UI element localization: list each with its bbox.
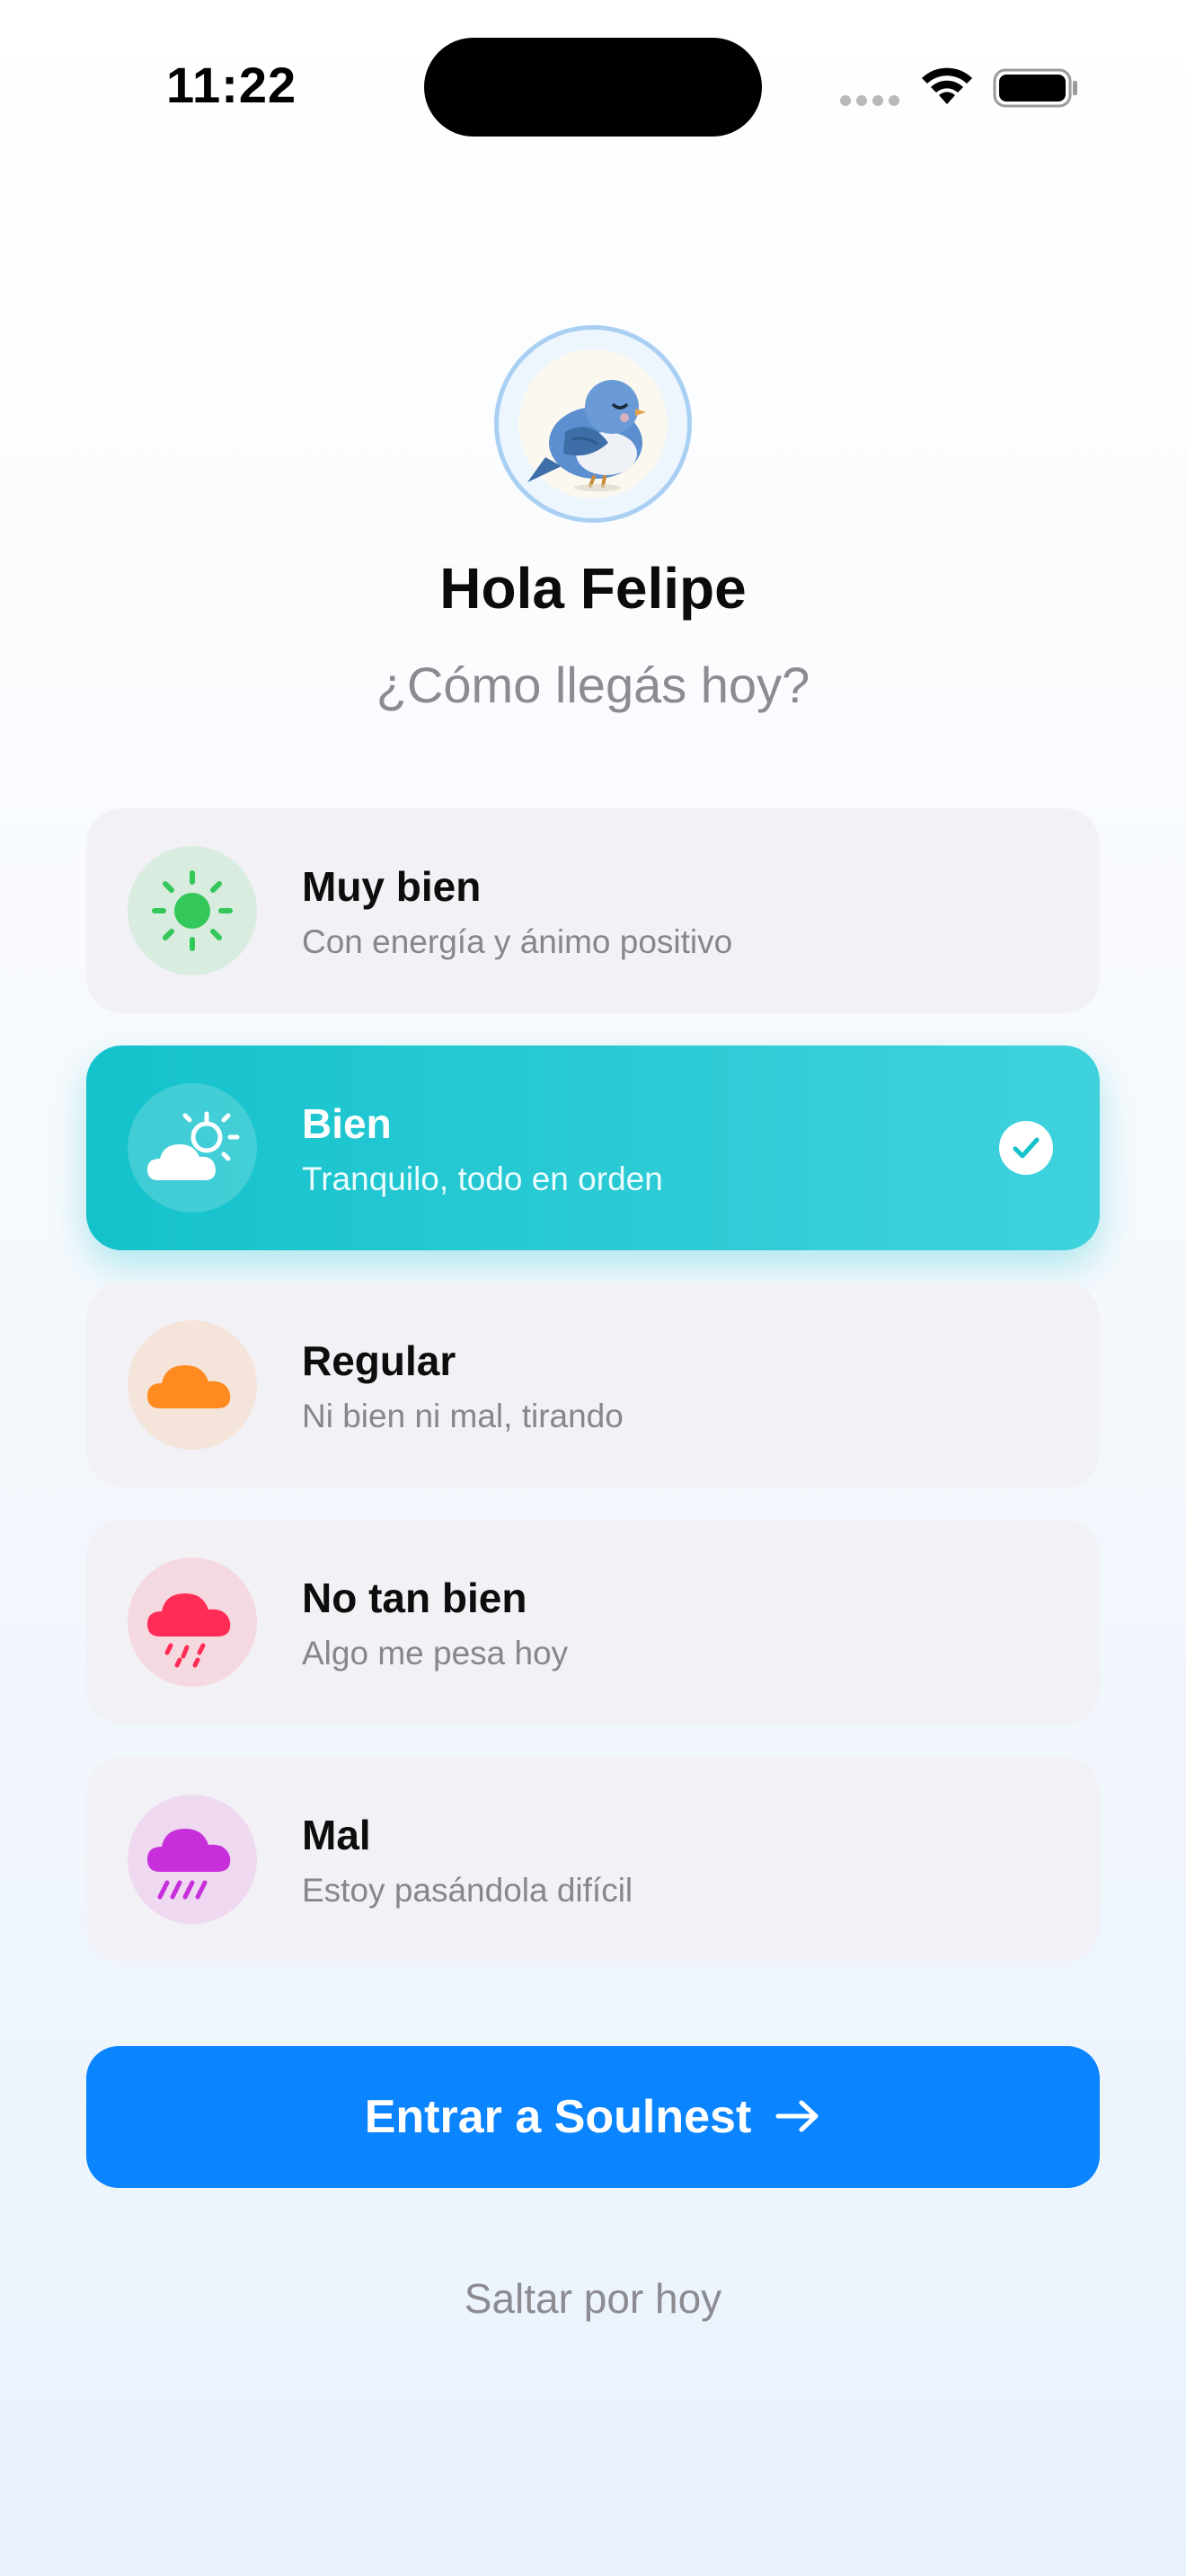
- mood-question: ¿Cómo llegás hoy?: [376, 657, 810, 713]
- mood-option-mal[interactable]: Mal Estoy pasándola difícil: [86, 1757, 1100, 1962]
- status-time: 11:22: [166, 57, 297, 113]
- wifi-icon: [922, 67, 972, 104]
- mood-title: Muy bien: [302, 863, 482, 910]
- dynamic-island: [424, 38, 762, 137]
- enter-button-label: Entrar a Soulnest: [364, 2091, 752, 2143]
- mood-title: No tan bien: [302, 1575, 527, 1621]
- sun-icon: [128, 846, 257, 975]
- mood-option-bien[interactable]: Bien Tranquilo, todo en orden: [86, 1045, 1100, 1250]
- battery-icon: [993, 68, 1077, 108]
- avatar: [494, 325, 692, 523]
- heavy-rain-cloud-icon: [128, 1795, 257, 1924]
- enter-soulnest-button[interactable]: Entrar a Soulnest: [86, 2046, 1100, 2188]
- cellular-signal-icon: [840, 94, 905, 110]
- partly-cloudy-icon: [128, 1083, 257, 1213]
- mood-subtitle: Tranquilo, todo en orden: [302, 1160, 663, 1197]
- cloud-icon: [128, 1320, 257, 1450]
- mood-subtitle: Estoy pasándola difícil: [302, 1872, 633, 1909]
- mood-option-no-tan-bien[interactable]: No tan bien Algo me pesa hoy: [86, 1520, 1100, 1725]
- arrow-right-icon: [774, 2098, 821, 2137]
- greeting-title: Hola Felipe: [439, 556, 747, 621]
- mood-subtitle: Algo me pesa hoy: [302, 1635, 569, 1672]
- mood-title: Bien: [302, 1100, 392, 1147]
- status-indicators: [840, 65, 1083, 110]
- status-bar: 11:22: [0, 0, 1186, 171]
- mood-option-regular[interactable]: Regular Ni bien ni mal, tirando: [86, 1283, 1100, 1487]
- checkmark-icon: [999, 1121, 1053, 1175]
- mood-subtitle: Ni bien ni mal, tirando: [302, 1398, 624, 1434]
- skip-today-link[interactable]: Saltar por hoy: [0, 2274, 1186, 2323]
- bird-illustration: [518, 349, 668, 498]
- rain-cloud-icon: [128, 1557, 257, 1687]
- mood-subtitle: Con energía y ánimo positivo: [302, 923, 733, 960]
- mood-title: Mal: [302, 1812, 371, 1858]
- mood-option-muy-bien[interactable]: Muy bien Con energía y ánimo positivo: [86, 808, 1100, 1013]
- mood-title: Regular: [302, 1337, 456, 1384]
